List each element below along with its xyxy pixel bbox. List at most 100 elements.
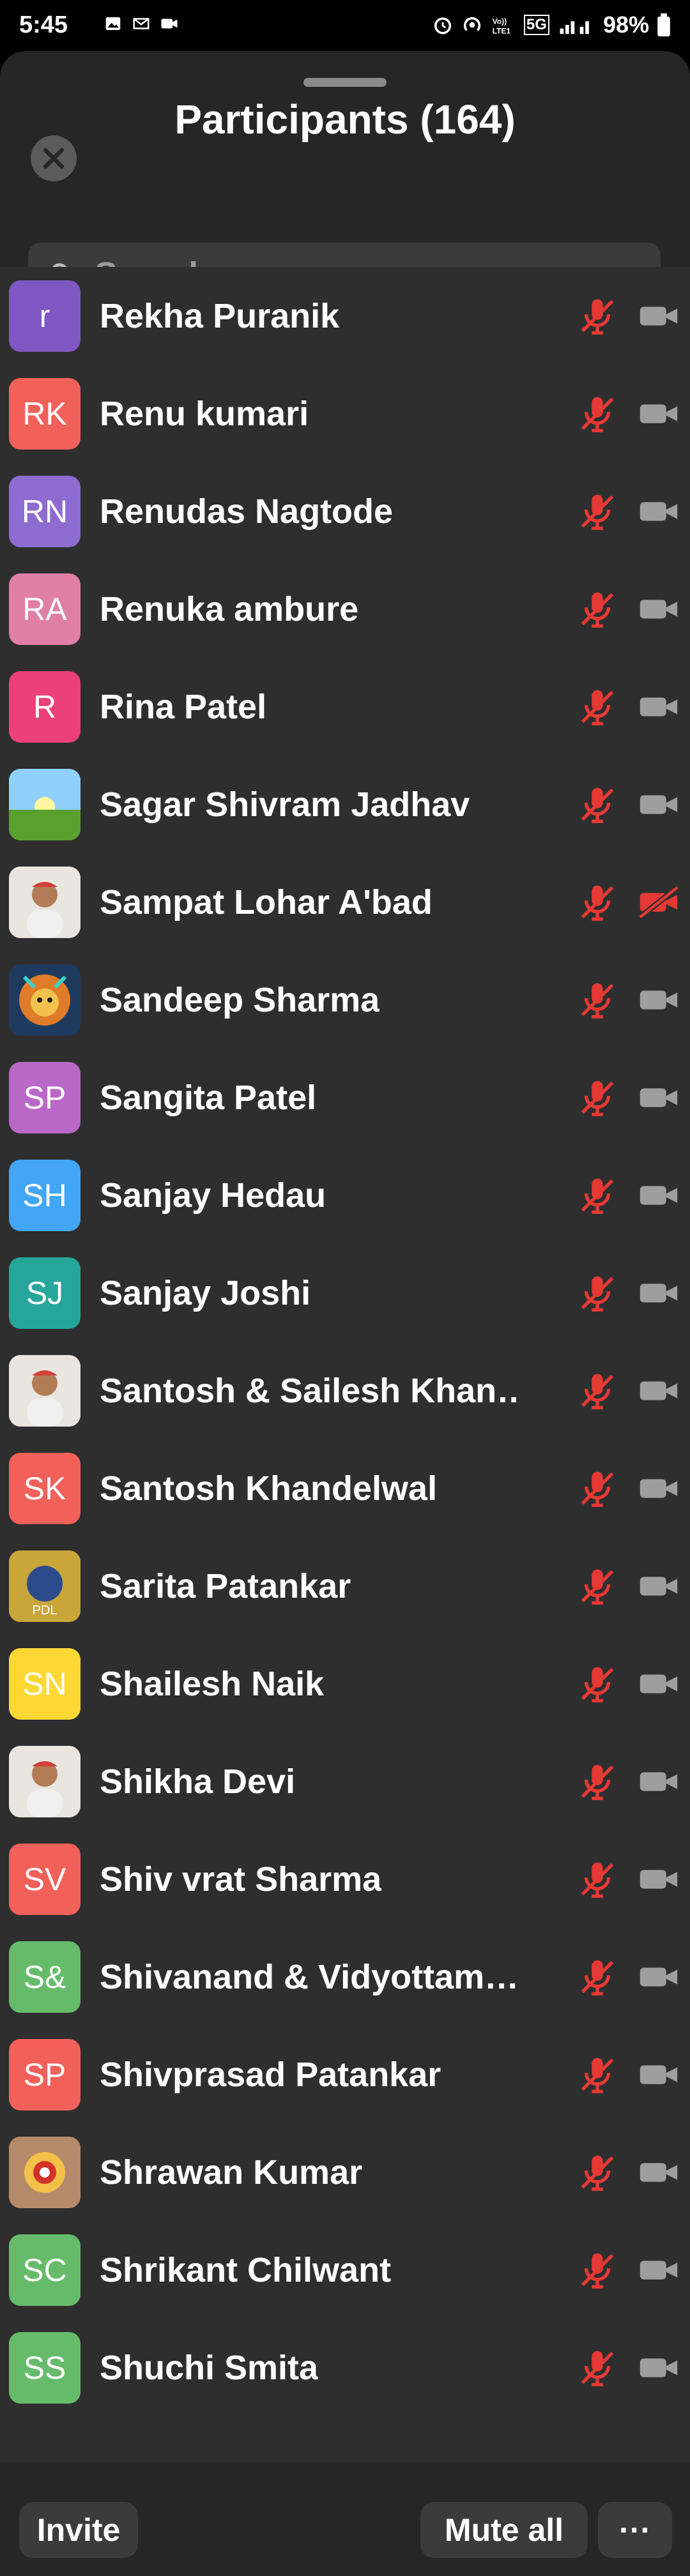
drag-handle[interactable] <box>303 78 387 87</box>
participant-name: Rekha Puranik <box>100 296 340 335</box>
mic-muted-icon[interactable] <box>575 1857 620 1902</box>
participant-row[interactable]: SJ Sanjay Joshi <box>0 1244 690 1342</box>
participant-name: Shrikant Chilwant <box>100 2250 392 2289</box>
camera-icon[interactable] <box>636 1564 681 1609</box>
camera-icon[interactable] <box>636 294 681 338</box>
participant-row[interactable]: RN Renudas Nagtode <box>0 462 690 560</box>
participant-row[interactable]: SK Santosh Khandelwal <box>0 1439 690 1537</box>
participant-row[interactable]: RA Renuka ambure <box>0 560 690 658</box>
camera-icon[interactable] <box>636 685 681 729</box>
notification-icons <box>102 14 180 33</box>
mic-muted-icon[interactable] <box>575 489 620 534</box>
participant-row[interactable]: r Rekha Puranik <box>0 267 690 365</box>
camera-icon[interactable] <box>636 489 681 534</box>
volte-icon: Vo))LTE1 <box>493 17 511 36</box>
camera-icon[interactable] <box>636 1368 681 1413</box>
camera-icon[interactable] <box>636 587 681 632</box>
camera-icon[interactable] <box>636 2345 681 2390</box>
status-bar: 5:45 Vo)) LTE1 5G 98% <box>0 0 690 51</box>
participant-row[interactable]: RK Renu kumari <box>0 365 690 462</box>
participant-name: Shiv vrat Sharma <box>100 1860 382 1898</box>
camera-icon[interactable] <box>636 2150 681 2195</box>
participant-row[interactable]: SV Shiv vrat Sharma <box>0 1830 690 1928</box>
avatar <box>9 768 80 840</box>
mic-muted-icon[interactable] <box>575 1662 620 1706</box>
mic-muted-icon[interactable] <box>575 978 620 1022</box>
mic-muted-icon[interactable] <box>575 685 620 729</box>
participant-name: Shivanand & Vidyottam… <box>100 1957 519 1996</box>
participant-row[interactable]: SC Shrikant Chilwant <box>0 2221 690 2319</box>
avatar: SV <box>9 1843 80 1915</box>
participant-row[interactable]: R Rina Patel <box>0 658 690 755</box>
avatar <box>9 964 80 1036</box>
mic-muted-icon[interactable] <box>575 1271 620 1315</box>
mic-muted-icon[interactable] <box>575 2345 620 2390</box>
mic-muted-icon[interactable] <box>575 1173 620 1218</box>
camera-icon[interactable] <box>636 391 681 436</box>
avatar: R <box>9 671 80 743</box>
participant-row[interactable]: Shikha Devi <box>0 1732 690 1830</box>
participant-row[interactable]: SP Sangita Patel <box>0 1049 690 1146</box>
camera-icon[interactable] <box>636 1466 681 1511</box>
avatar: RN <box>9 475 80 547</box>
participant-row[interactable]: SN Shailesh Naik <box>0 1635 690 1732</box>
participant-row[interactable]: Sandeep Sharma <box>0 951 690 1049</box>
status-right: Vo)) LTE1 5G 98% <box>432 11 671 38</box>
camera-icon[interactable] <box>636 1759 681 1804</box>
mic-muted-icon[interactable] <box>575 2248 620 2292</box>
camera-icon[interactable] <box>636 1173 681 1218</box>
battery-percent: 98% <box>602 11 649 38</box>
participant-row[interactable]: S& Shivanand & Vidyottam… <box>0 1928 690 2026</box>
mic-muted-icon[interactable] <box>575 880 620 925</box>
mic-muted-icon[interactable] <box>575 294 620 338</box>
mic-muted-icon[interactable] <box>575 1368 620 1413</box>
mute-all-button[interactable]: Mute all <box>420 2502 588 2558</box>
signal-icon <box>560 21 589 34</box>
participant-row[interactable]: Santosh & Sailesh Khan… <box>0 1342 690 1439</box>
camera-icon[interactable] <box>636 1075 681 1120</box>
participant-name: Shailesh Naik <box>100 1664 325 1703</box>
mic-muted-icon[interactable] <box>575 782 620 827</box>
avatar: SP <box>9 2038 80 2110</box>
participant-row[interactable]: SP Shivprasad Patankar <box>0 2026 690 2123</box>
svg-text:LTE1: LTE1 <box>493 26 511 35</box>
camera-icon[interactable] <box>636 1955 681 1999</box>
participant-list[interactable]: r Rekha Puranik RK Renu kumari RN Renudas Nag… <box>0 267 690 2464</box>
mic-muted-icon[interactable] <box>575 1759 620 1804</box>
participant-row[interactable]: Shrawan Kumar <box>0 2123 690 2221</box>
participant-row[interactable]: SH Sanjay Hedau <box>0 1146 690 1244</box>
avatar: SC <box>9 2234 80 2306</box>
camera-icon[interactable] <box>636 1271 681 1315</box>
participant-name: Sagar Shivram Jadhav <box>100 785 470 824</box>
mic-muted-icon[interactable] <box>575 1955 620 1999</box>
participant-name: Renuka ambure <box>100 589 359 628</box>
participant-row[interactable]: PDL Sarita Patankar <box>0 1537 690 1635</box>
invite-button[interactable]: Invite <box>19 2502 138 2558</box>
participant-row[interactable]: Sampat Lohar A'bad <box>0 853 690 951</box>
camera-icon[interactable] <box>636 2052 681 2097</box>
video-icon <box>161 19 178 29</box>
mic-muted-icon[interactable] <box>575 1564 620 1609</box>
more-options-button[interactable]: ··· <box>598 2502 672 2558</box>
participant-name: Shrawan Kumar <box>100 2153 363 2192</box>
camera-icon[interactable] <box>636 782 681 827</box>
participant-row[interactable]: SS Shuchi Smita <box>0 2319 690 2416</box>
participant-name: Sandeep Sharma <box>100 980 380 1019</box>
mic-muted-icon[interactable] <box>575 2150 620 2195</box>
camera-icon[interactable] <box>636 978 681 1022</box>
close-button[interactable] <box>31 135 77 181</box>
alarm-icon <box>434 17 452 34</box>
mic-muted-icon[interactable] <box>575 2052 620 2097</box>
avatar: SK <box>9 1452 80 1524</box>
camera-off-icon[interactable] <box>636 880 681 925</box>
camera-icon[interactable] <box>636 1662 681 1706</box>
camera-icon[interactable] <box>636 1857 681 1902</box>
participant-row[interactable]: Sagar Shivram Jadhav <box>0 755 690 853</box>
mic-muted-icon[interactable] <box>575 1466 620 1511</box>
avatar: RA <box>9 573 80 645</box>
mic-muted-icon[interactable] <box>575 587 620 632</box>
participant-name: Sarita Patankar <box>100 1566 351 1605</box>
mic-muted-icon[interactable] <box>575 391 620 436</box>
camera-icon[interactable] <box>636 2248 681 2292</box>
mic-muted-icon[interactable] <box>575 1075 620 1120</box>
